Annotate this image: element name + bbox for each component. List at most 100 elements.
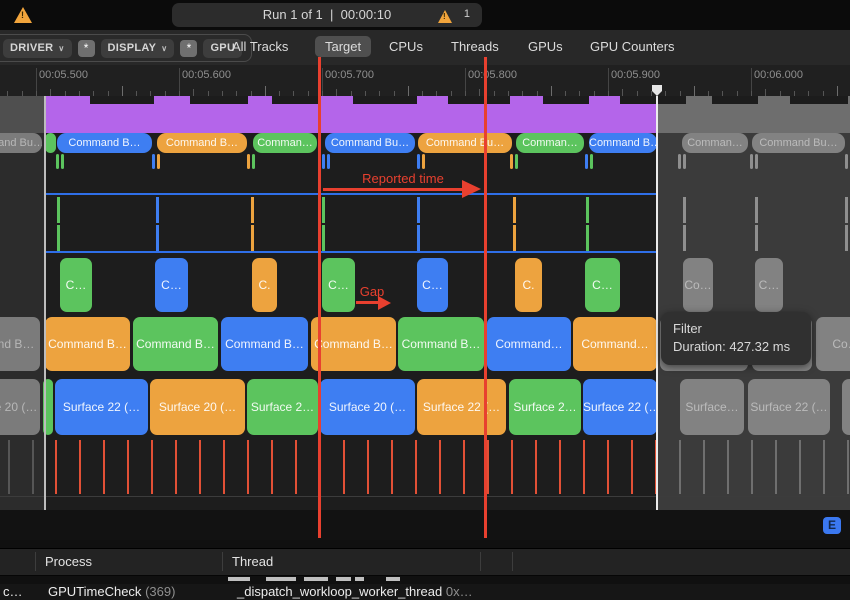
tab-gpus[interactable]: GPUs: [528, 39, 563, 54]
ruler-tick: [50, 89, 51, 96]
surface-block[interactable]: Surface 22 (…: [583, 379, 657, 435]
interval-tick: [683, 197, 686, 223]
surface-block[interactable]: Surface 2…: [247, 379, 318, 435]
vsync-tick: [127, 440, 129, 494]
column-header-thread[interactable]: Thread: [232, 554, 273, 569]
filter-start-line[interactable]: [44, 96, 46, 510]
tab-all-tracks[interactable]: All Tracks: [232, 39, 288, 54]
vsync-row-baseline: [0, 496, 850, 497]
tab-cpus[interactable]: CPUs: [389, 39, 423, 54]
interval-tick: [513, 225, 516, 251]
command-buffer-pill[interactable]: Command Bu…: [418, 133, 512, 153]
vsync-tick: [631, 440, 633, 494]
encoder-block[interactable]: C…: [755, 258, 783, 312]
encoder-block[interactable]: Co…: [683, 258, 713, 312]
command-buffer-block[interactable]: Command…: [487, 317, 571, 371]
surface-block[interactable]: Surface…: [680, 379, 744, 435]
vsync-tick: [223, 440, 225, 494]
encoder-block[interactable]: C…: [585, 258, 620, 312]
event-tick: [678, 154, 681, 169]
event-tick: [683, 154, 686, 169]
command-buffer-pill[interactable]: Command Bu…: [325, 133, 415, 153]
ruler-tick: [122, 86, 123, 96]
command-buffer-pill[interactable]: Command B…: [589, 133, 657, 153]
gap-arrow-head: [378, 296, 391, 310]
time-ruler[interactable]: 00:05.50000:05.60000:05.70000:05.80000:0…: [0, 65, 850, 97]
command-buffer-block[interactable]: Co…: [816, 317, 850, 371]
playhead-line[interactable]: [656, 96, 658, 510]
vsync-tick: [79, 440, 81, 494]
vsync-tick: [415, 440, 417, 494]
tab-target[interactable]: Target: [315, 36, 371, 57]
command-buffer-block[interactable]: Command B…: [311, 317, 396, 371]
encoder-block[interactable]: C…: [155, 258, 188, 312]
command-buffer-block[interactable]: Command B…: [45, 317, 130, 371]
warning-icon[interactable]: !: [14, 7, 32, 23]
command-buffer-pill[interactable]: Comman…: [682, 133, 748, 153]
surface-block[interactable]: [842, 379, 850, 435]
command-buffer-pill[interactable]: Command B…: [57, 133, 152, 153]
detail-table: Process Thread c… GPUTimeCheck (369) _di…: [0, 540, 850, 600]
encoder-block[interactable]: C…: [60, 258, 92, 312]
vsync-tick: [463, 440, 465, 494]
vsync-tick-dim: [703, 440, 705, 494]
command-buffer-pill[interactable]: Comman…: [253, 133, 317, 153]
interval-tick: [57, 225, 60, 251]
track-tabs: All Tracks Target CPUs Threads GPUs GPU Count…: [0, 30, 850, 65]
column-header-process[interactable]: Process: [45, 554, 92, 569]
display-vsync-notch: [712, 96, 758, 104]
surface-block[interactable]: Surface 22 (…: [417, 379, 506, 435]
interval-tick: [57, 197, 60, 223]
ruler-tick: [837, 86, 838, 96]
table-header: Process Thread: [0, 548, 850, 576]
energy-badge[interactable]: E: [823, 517, 841, 534]
tab-threads[interactable]: Threads: [451, 39, 499, 54]
timeline-area[interactable]: 00:05.50000:05.60000:05.70000:05.80000:0…: [0, 65, 850, 540]
tooltip-title: Filter: [673, 320, 799, 338]
run-status-pill[interactable]: Run 1 of 1 | 00:00:10 ! 1: [172, 3, 482, 27]
vsync-tick-margin: [32, 440, 34, 494]
encoder-block[interactable]: C.: [515, 258, 542, 312]
cell-cut: c…: [3, 584, 23, 599]
surface-block[interactable]: Surface 22 (…: [748, 379, 830, 435]
display-band-margin: [0, 96, 44, 133]
command-buffer-pill[interactable]: Command Bu…: [752, 133, 845, 153]
vsync-tick: [343, 440, 345, 494]
surface-block[interactable]: Surface 2…: [509, 379, 581, 435]
vsync-tick: [103, 440, 105, 494]
selected-track-border-top: [45, 193, 657, 195]
command-buffer-block[interactable]: Command B…: [221, 317, 308, 371]
table-row[interactable]: c… GPUTimeCheck (369) _dispatch_workloop…: [0, 584, 850, 600]
interval-tick: [251, 197, 254, 223]
command-buffer-pill[interactable]: [45, 133, 56, 153]
reported-time-arrow-head: [462, 180, 481, 198]
surface-block[interactable]: e 20 (…: [0, 379, 40, 435]
display-vsync-notch: [448, 96, 510, 104]
event-tick: [56, 154, 59, 169]
vsync-tick-dim: [751, 440, 753, 494]
ruler-tick: [408, 86, 409, 96]
command-buffer-pill[interactable]: Comman…: [516, 133, 584, 153]
command-buffer-block[interactable]: nd B…: [0, 317, 40, 371]
command-buffer-pill[interactable]: hand Bu…: [0, 133, 42, 153]
event-tick: [247, 154, 250, 169]
command-buffer-pill[interactable]: Command B…: [157, 133, 247, 153]
encoder-block[interactable]: C…: [417, 258, 448, 312]
encoder-block[interactable]: C.: [252, 258, 277, 312]
display-vsync-notch: [790, 96, 848, 104]
surface-block[interactable]: Surface 20 (…: [150, 379, 245, 435]
tooltip-duration: Duration: 427.32 ms: [673, 338, 799, 356]
surface-block[interactable]: Surface 22 (…: [55, 379, 148, 435]
reported-time-arrow-shaft: [323, 188, 464, 191]
display-vsync-notch: [272, 96, 318, 104]
warning-icon[interactable]: !: [438, 10, 452, 23]
surface-block[interactable]: Surface 20 (…: [320, 379, 415, 435]
tab-gpu-counters[interactable]: GPU Counters: [590, 39, 675, 54]
command-buffer-block[interactable]: Command…: [573, 317, 657, 371]
command-buffer-block[interactable]: Command B…: [398, 317, 484, 371]
command-buffer-block[interactable]: Command B…: [133, 317, 218, 371]
vsync-tick-dim: [679, 440, 681, 494]
ruler-tick: [622, 89, 623, 96]
interval-tick: [417, 197, 420, 223]
interval-tick: [251, 225, 254, 251]
